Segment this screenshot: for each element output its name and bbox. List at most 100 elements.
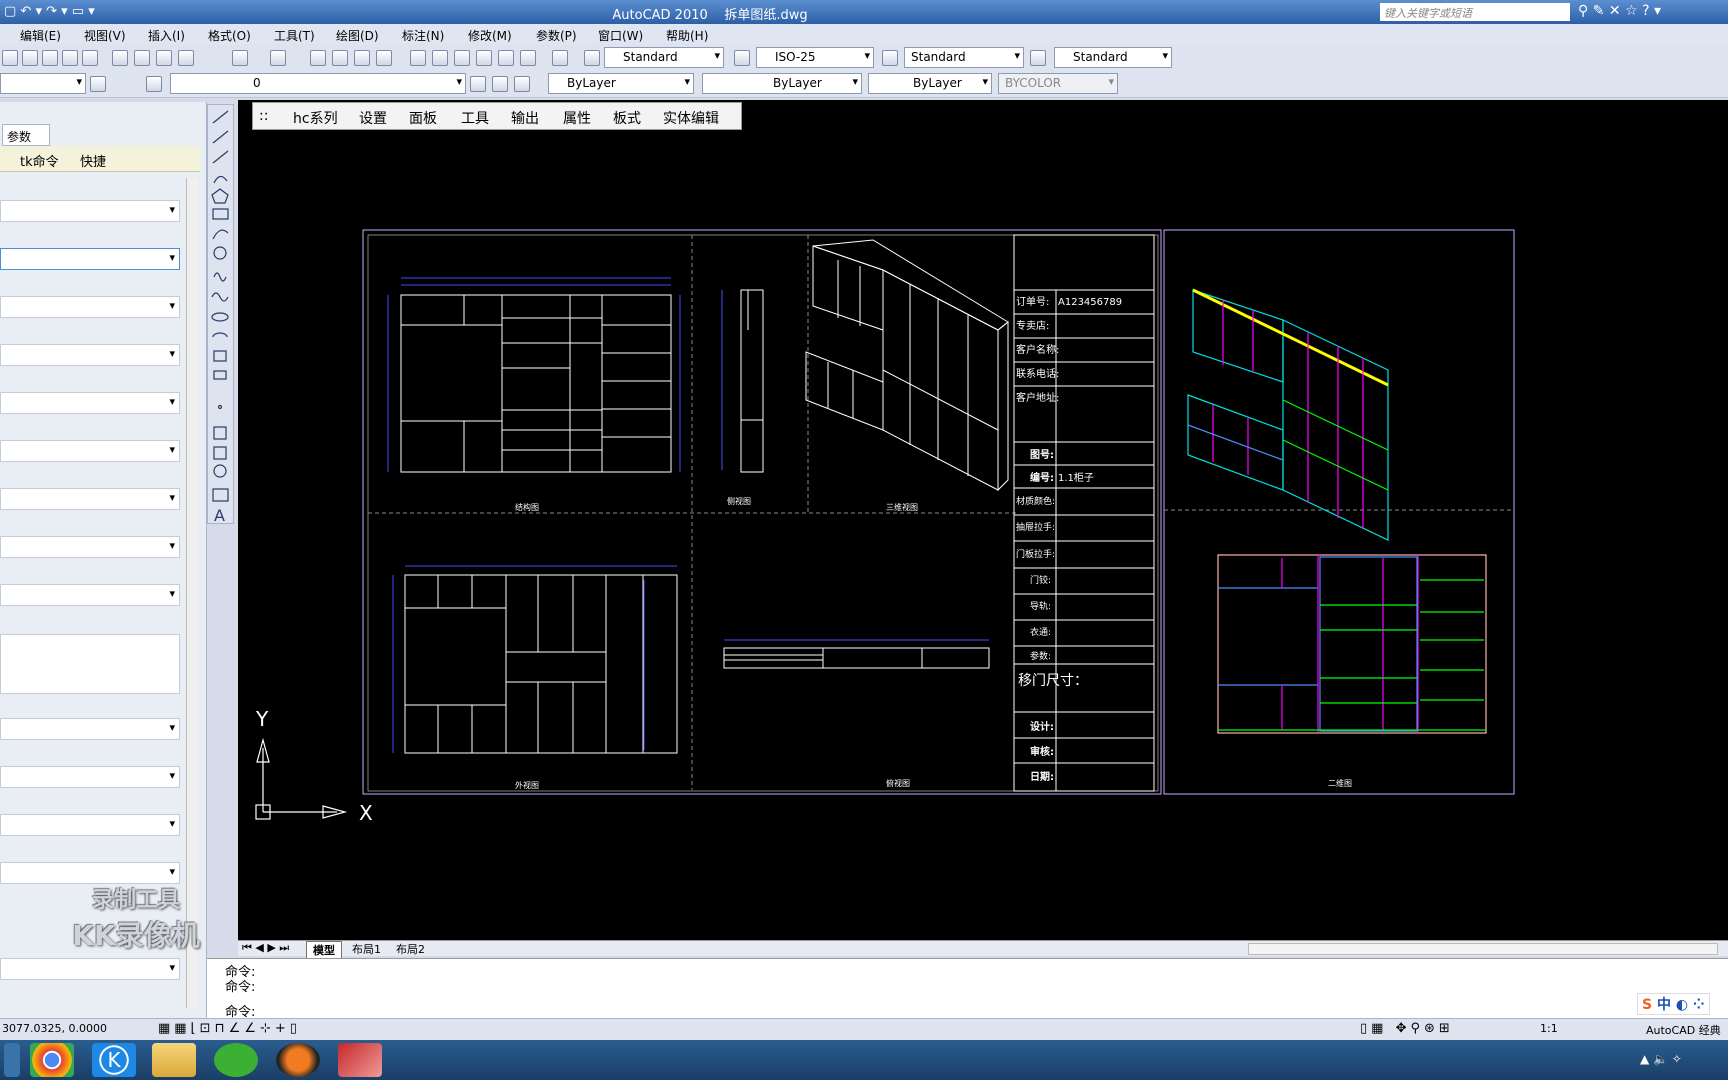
palette-tab[interactable]: 参数 [2,124,50,146]
new-icon[interactable] [2,50,18,66]
help-icon[interactable] [552,50,568,66]
menu-edit[interactable]: 编辑(E) [20,27,61,44]
param-row[interactable] [0,440,180,462]
param-row[interactable] [0,958,180,980]
param-row[interactable] [0,248,180,270]
hc-tools-menu[interactable]: 工具 [461,108,489,128]
param-row[interactable] [0,392,180,414]
dim-style-select[interactable]: ISO-25 [756,47,874,68]
zoom-icon[interactable] [332,50,348,66]
menu-view[interactable]: 视图(V) [84,27,126,44]
horizontal-scrollbar[interactable] [1248,943,1718,955]
table-style-select[interactable]: Standard [904,47,1024,68]
preview-icon[interactable] [82,50,98,66]
param-row[interactable] [0,718,180,740]
hc-grip[interactable]: :: [259,108,268,124]
paste-icon[interactable] [156,50,172,66]
cut-icon[interactable] [112,50,128,66]
layer-iso-icon[interactable] [492,76,508,92]
match-icon[interactable] [178,50,194,66]
layer-unisolate-icon[interactable] [514,76,530,92]
ime-indicator[interactable]: S 中 ◐ ⁘ [1637,993,1710,1015]
menu-modify[interactable]: 修改(M) [468,27,512,44]
param-row[interactable] [0,814,180,836]
pan-icon[interactable] [310,50,326,66]
workspace-select[interactable] [0,73,86,94]
markup-icon[interactable] [498,50,514,66]
menu-tools[interactable]: 工具(T) [274,27,315,44]
tab-layout1[interactable]: 布局1 [346,941,387,957]
layer-select[interactable]: 0 [170,73,466,94]
param-row[interactable] [0,296,180,318]
text-style-select[interactable]: Standard [604,47,724,68]
tab-layout2[interactable]: 布局2 [390,941,431,957]
param-row[interactable] [0,584,180,606]
menu-window[interactable]: 窗口(W) [598,27,643,44]
menu-draw[interactable]: 绘图(D) [336,27,379,44]
hc-series-menu[interactable]: hc系列 [293,108,338,128]
tab-nav-icons[interactable]: ⏮ ◀ ▶ ⏭ [242,941,289,955]
kk-recorder-icon[interactable]: K [92,1043,136,1077]
explorer-icon[interactable] [152,1043,196,1077]
search-input[interactable]: 键入关键字或短语 [1380,3,1570,21]
zoom-prev-icon[interactable] [376,50,392,66]
tab-model[interactable]: 模型 [306,941,342,959]
param-row[interactable] [0,766,180,788]
plot-icon[interactable] [62,50,78,66]
wechat-icon[interactable] [214,1043,258,1077]
menu-help[interactable]: 帮助(H) [666,27,708,44]
drafting-toggles[interactable]: ▦▦⌊⊡⊓∠∠⊹+▯ [158,1021,301,1036]
game-icon[interactable] [276,1043,320,1077]
settings-icon[interactable] [90,76,106,92]
open-icon[interactable] [22,50,38,66]
hc-settings-menu[interactable]: 设置 [359,108,387,128]
tool-palette-icon[interactable] [454,50,470,66]
design-center-icon[interactable] [432,50,448,66]
layer-prev-icon[interactable] [470,76,486,92]
mleader-style-select[interactable]: Standard [1054,47,1172,68]
autocad-icon[interactable] [338,1043,382,1077]
help-icons[interactable]: ⚲ ✎ ✕ ☆ ? ▾ [1578,3,1661,19]
quick-label[interactable]: 快捷 [80,151,106,170]
copy-icon[interactable] [134,50,150,66]
param-row[interactable] [0,536,180,558]
zoom-window-icon[interactable] [354,50,370,66]
mleader-style-icon[interactable] [1030,50,1046,66]
param-row[interactable] [0,488,180,510]
sheet-set-icon[interactable] [476,50,492,66]
hc-panel-menu[interactable]: 面板 [409,108,437,128]
hc-solid-edit-menu[interactable]: 实体编辑 [663,108,719,128]
command-window[interactable]: 命令: 命令: 命令: S 中 ◐ ⁘ [207,958,1728,1020]
hc-attr-menu[interactable]: 属性 [563,108,591,128]
param-row[interactable] [0,200,180,222]
undo-icon[interactable] [232,50,248,66]
dim-style-icon[interactable] [734,50,750,66]
properties-icon[interactable] [410,50,426,66]
redo-icon[interactable] [270,50,286,66]
param-row[interactable] [0,344,180,366]
param-textarea[interactable] [0,634,180,694]
menu-insert[interactable]: 插入(I) [148,27,185,44]
draw-tool-icons[interactable]: A [208,105,233,525]
menu-format[interactable]: 格式(O) [208,27,251,44]
tk-command-label[interactable]: tk命令 [20,151,59,170]
save-icon[interactable] [42,50,58,66]
layer-manager-icon[interactable] [146,76,162,92]
nav-tools[interactable]: ▯▦ ✥⚲⊛⊞ [1360,1021,1454,1036]
text-style-icon[interactable] [584,50,600,66]
linetype-select[interactable]: ByLayer [702,73,862,94]
system-tray[interactable]: ▲ 🔈 ✧ [1640,1052,1682,1066]
hc-board-menu[interactable]: 板式 [613,108,641,128]
table-style-icon[interactable] [882,50,898,66]
param-row[interactable] [0,862,180,884]
plotstyle-select[interactable]: BYCOLOR [998,73,1118,94]
annotation-scale[interactable]: 1:1 [1540,1022,1558,1035]
calc-icon[interactable] [520,50,536,66]
drawing-canvas[interactable]: 订单号: A123456789 专卖店: 客户名称: 联系电话: 客户地址: 图… [238,100,1728,940]
workspace-label[interactable]: AutoCAD 经典 [1646,1022,1721,1038]
hc-output-menu[interactable]: 输出 [511,108,539,128]
menu-dimension[interactable]: 标注(N) [402,27,444,44]
menu-params[interactable]: 参数(P) [536,27,577,44]
chrome-icon[interactable] [30,1043,74,1077]
color-select[interactable]: ByLayer [548,73,694,94]
